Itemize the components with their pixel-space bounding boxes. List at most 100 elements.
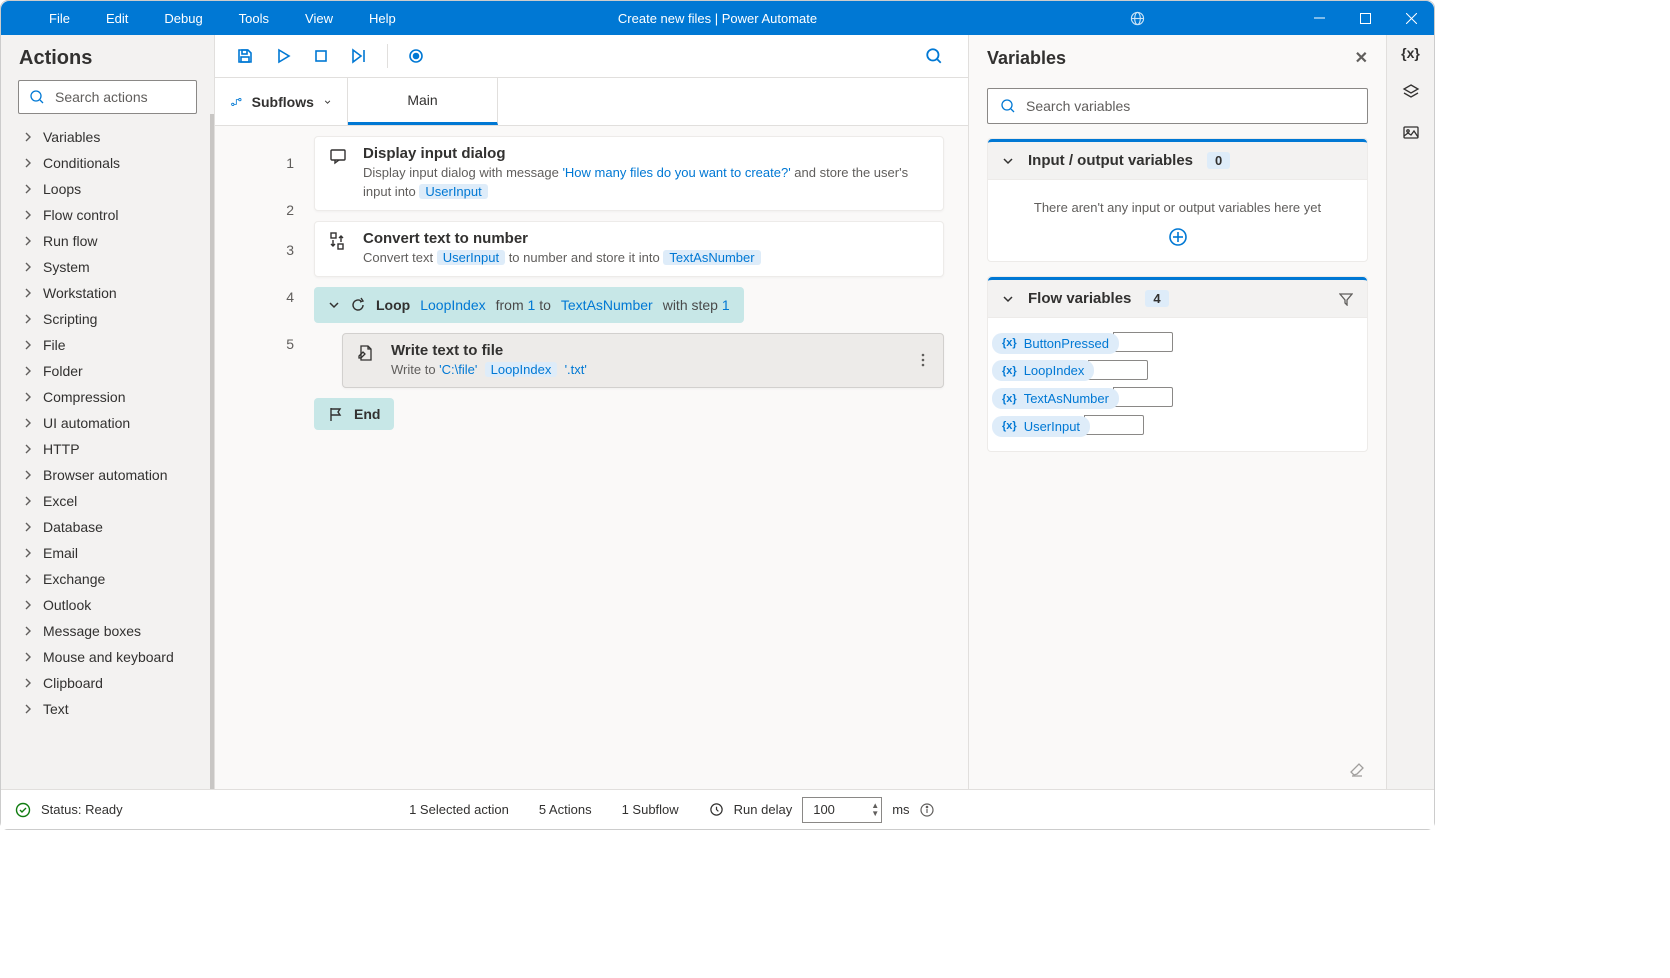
maximize-button[interactable] [1342,1,1388,35]
flow-variable-item[interactable]: UserInput [992,415,1363,437]
close-button[interactable] [1388,1,1434,35]
minimize-button[interactable] [1296,1,1342,35]
action-category-label: Browser automation [43,467,168,483]
action-category[interactable]: Message boxes [1,618,210,644]
action-category[interactable]: Excel [1,488,210,514]
record-button[interactable] [400,40,432,72]
action-category[interactable]: Workstation [1,280,210,306]
spinner-icon[interactable]: ▲▼ [871,802,879,818]
action-category-label: Workstation [43,285,117,301]
info-icon[interactable] [920,803,934,817]
tab-main[interactable]: Main [348,78,498,125]
variable-chip[interactable]: LoopIndex [992,360,1094,381]
action-category[interactable]: Email [1,540,210,566]
action-category[interactable]: Browser automation [1,462,210,488]
action-category[interactable]: Mouse and keyboard [1,644,210,670]
flow-variables-count: 4 [1145,290,1168,307]
io-variables-count: 0 [1207,152,1230,169]
action-category[interactable]: Flow control [1,202,210,228]
canvas[interactable]: 1 2 3 4 5 Display input dialog Display i… [215,126,968,789]
action-category-label: System [43,259,90,275]
message-icon [329,145,349,202]
stop-button[interactable] [305,40,337,72]
chevron-right-icon [23,366,33,376]
step-loop[interactable]: Loop LoopIndex from 1 to TextAsNumber wi… [314,287,744,323]
action-category[interactable]: Folder [1,358,210,384]
step-title: Loop [376,297,410,313]
menu-edit[interactable]: Edit [88,11,146,26]
layers-rail-icon[interactable] [1402,83,1420,101]
chevron-right-icon [23,392,33,402]
right-rail: {x} [1386,35,1434,789]
variable-value [1113,332,1173,352]
menu-debug[interactable]: Debug [146,11,220,26]
action-category[interactable]: File [1,332,210,358]
menu-view[interactable]: View [287,11,351,26]
variable-chip[interactable]: TextAsNumber [992,388,1119,409]
action-category[interactable]: Outlook [1,592,210,618]
run-delay-input[interactable]: 100▲▼ [802,797,882,823]
chevron-right-icon [23,288,33,298]
filter-icon[interactable] [1339,292,1353,306]
action-category[interactable]: UI automation [1,410,210,436]
action-category[interactable]: Text [1,696,210,722]
menu-help[interactable]: Help [351,11,414,26]
line-no: 4 [215,270,314,324]
run-button[interactable] [267,40,299,72]
chevron-right-icon [23,522,33,532]
step-description: Display input dialog with message 'How m… [363,164,929,202]
search-placeholder: Search actions [55,89,148,105]
menu-file[interactable]: File [31,11,88,26]
flow-variable-item[interactable]: ButtonPressed [992,332,1363,354]
actions-tree[interactable]: VariablesConditionalsLoopsFlow controlRu… [1,114,214,789]
environment-indicator[interactable] [1130,11,1296,26]
action-category[interactable]: Loops [1,176,210,202]
action-category[interactable]: Compression [1,384,210,410]
action-category[interactable]: System [1,254,210,280]
step-title: Write text to file [391,342,903,359]
action-category[interactable]: Database [1,514,210,540]
collapse-icon[interactable] [328,299,340,311]
action-category[interactable]: Clipboard [1,670,210,696]
action-category[interactable]: Variables [1,124,210,150]
action-category[interactable]: Exchange [1,566,210,592]
variable-chip[interactable]: ButtonPressed [992,333,1119,354]
step-end[interactable]: End [314,398,394,430]
save-button[interactable] [229,40,261,72]
line-numbers: 1 2 3 4 5 [215,126,314,789]
close-icon[interactable]: ✕ [1355,48,1368,68]
variables-rail-icon[interactable]: {x} [1401,45,1420,61]
chevron-right-icon [23,678,33,688]
action-category-label: Email [43,545,78,561]
line-no: 3 [215,230,314,270]
action-category[interactable]: Scripting [1,306,210,332]
variables-search-input[interactable]: Search variables [987,88,1368,124]
flow-variable-item[interactable]: LoopIndex [992,360,1363,382]
action-category-label: File [43,337,66,353]
step-write-text-to-file[interactable]: Write text to file Write to 'C:\file' Lo… [342,333,944,389]
convert-icon [329,230,349,268]
add-io-variable-button[interactable] [1002,227,1353,247]
line-no: 1 [215,136,314,190]
action-category[interactable]: HTTP [1,436,210,462]
chevron-down-icon [324,96,331,108]
chevron-right-icon [23,132,33,142]
variable-chip[interactable]: UserInput [992,416,1090,437]
flow-variable-item[interactable]: TextAsNumber [992,387,1363,409]
menu-tools[interactable]: Tools [221,11,287,26]
action-category[interactable]: Run flow [1,228,210,254]
action-category[interactable]: Conditionals [1,150,210,176]
images-rail-icon[interactable] [1402,123,1420,141]
variables-header: Variables ✕ [969,35,1386,78]
io-variables-header[interactable]: Input / output variables 0 [988,139,1367,180]
step-button[interactable] [343,40,375,72]
step-display-input-dialog[interactable]: Display input dialog Display input dialo… [314,136,944,211]
chevron-right-icon [23,184,33,194]
subflows-dropdown[interactable]: Subflows [215,78,348,125]
flow-variables-header[interactable]: Flow variables 4 [988,277,1367,318]
canvas-search-button[interactable] [914,36,954,76]
step-convert-text-to-number[interactable]: Convert text to number Convert text User… [314,221,944,277]
eraser-icon[interactable] [969,751,1386,789]
actions-search-input[interactable]: Search actions [18,80,197,114]
step-more-icon[interactable] [917,342,929,380]
